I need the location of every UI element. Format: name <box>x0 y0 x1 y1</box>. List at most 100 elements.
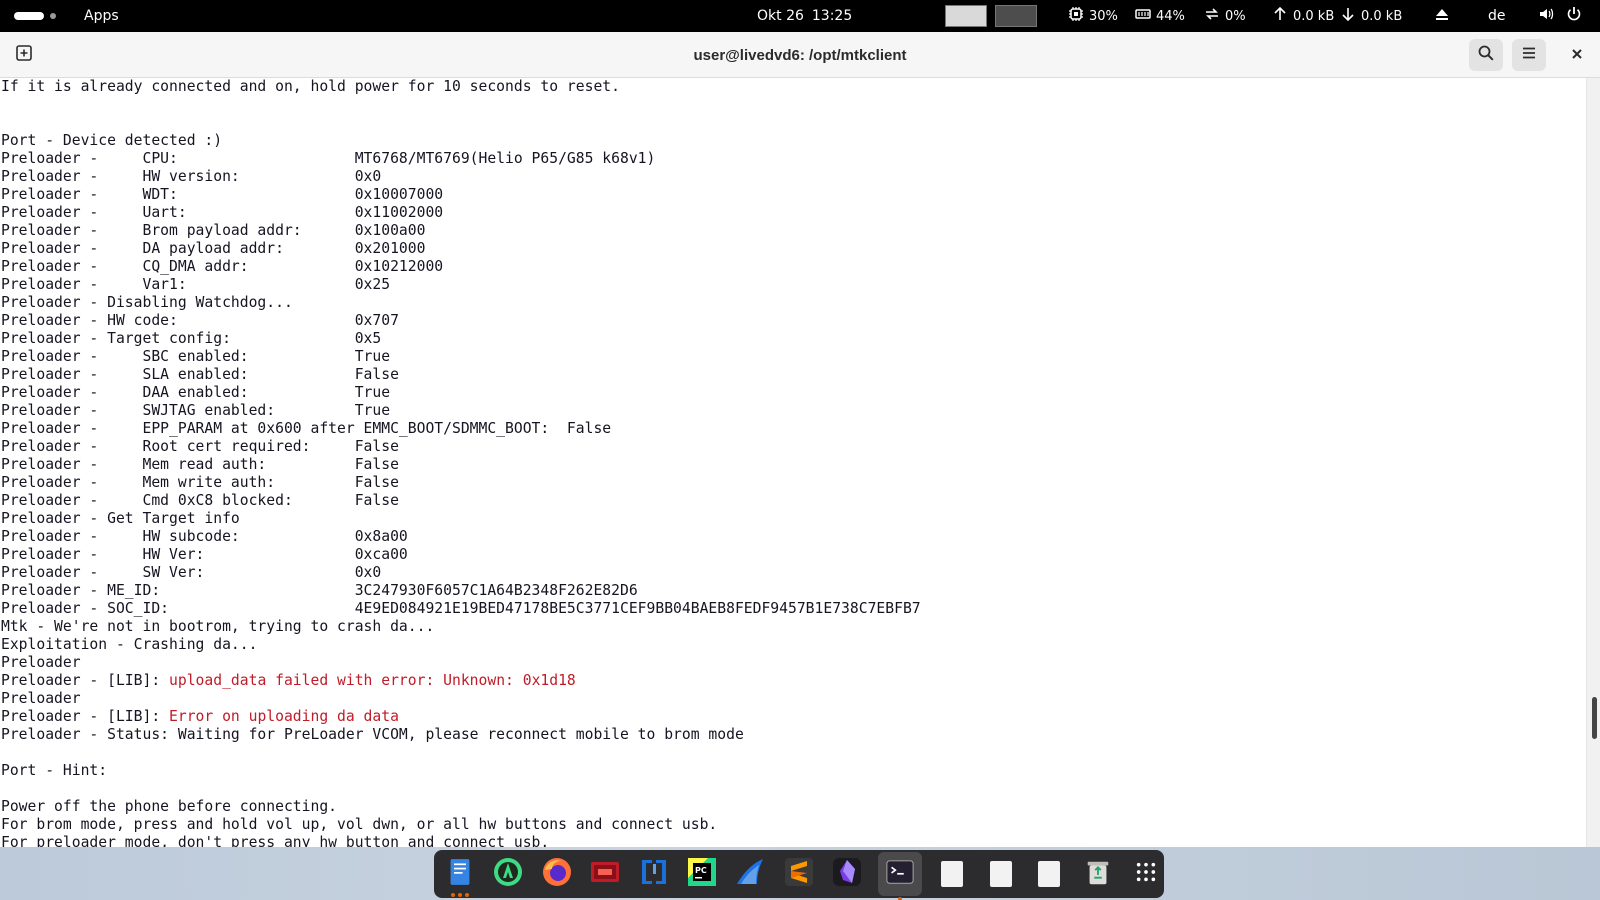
terminal-scrollbar[interactable] <box>1586 78 1600 848</box>
terminal-line-text: Preloader - Cmd 0xC8 blocked: False <box>1 492 399 509</box>
keyboard-layout[interactable]: de <box>1488 0 1506 32</box>
android-studio-icon <box>492 856 524 892</box>
terminal-line: Port - Hint: <box>1 762 921 780</box>
terminal-line: Preloader - Disabling Watchdog... <box>1 294 921 312</box>
terminal-error-text: Error on uploading da data <box>169 708 399 725</box>
document-3-dock-item[interactable] <box>1032 856 1067 892</box>
scrollbar-thumb[interactable] <box>1592 697 1597 739</box>
terminal-line-text: Preloader - HW code: 0x707 <box>1 312 399 329</box>
search-button[interactable] <box>1469 39 1503 71</box>
terminal-line: Mtk - We're not in bootrom, trying to cr… <box>1 618 921 636</box>
terminal-line-text: Preloader - SOC_ID: 4E9ED084921E19BED471… <box>1 600 921 617</box>
dark-swatch <box>995 5 1037 27</box>
terminal-icon <box>885 857 915 891</box>
swap-value: 0% <box>1225 8 1246 24</box>
memory-indicator[interactable]: 44% <box>1135 0 1185 32</box>
terminal-line: Preloader - HW subcode: 0x8a00 <box>1 528 921 546</box>
terminal-line-text: Mtk - We're not in bootrom, trying to cr… <box>1 618 435 635</box>
new-tab-button[interactable] <box>7 39 41 71</box>
terminal-line: Preloader - HW Ver: 0xca00 <box>1 546 921 564</box>
cpu-icon <box>1068 6 1084 26</box>
color-swatches <box>945 0 1037 32</box>
document-1-dock-item[interactable] <box>935 856 970 892</box>
terminal-line-text: Preloader - Uart: 0x11002000 <box>1 204 444 221</box>
document-2-dock-item[interactable] <box>983 856 1018 892</box>
close-window-button[interactable] <box>1560 39 1594 71</box>
pycharm-icon: PC <box>686 856 718 892</box>
files-icon <box>448 857 472 891</box>
trash-dock-item[interactable] <box>1080 856 1115 892</box>
terminal-dock-item[interactable] <box>878 852 922 900</box>
terminal-line: Preloader - DA payload addr: 0x201000 <box>1 240 921 258</box>
terminal-line: Preloader - SBC enabled: True <box>1 348 921 366</box>
dvd-app-icon <box>589 856 621 892</box>
wireshark-fin-icon <box>735 856 767 892</box>
terminal-line: Preloader - SW Ver: 0x0 <box>1 564 921 582</box>
show-apps-dock-item[interactable] <box>1128 856 1163 892</box>
terminal-line: Preloader - CPU: MT6768/MT6769(Helio P65… <box>1 150 921 168</box>
document-icon <box>989 861 1012 887</box>
download-indicator[interactable]: 0.0 kB <box>1340 0 1402 32</box>
terminal-line-text: If it is already connected and on, hold … <box>1 78 620 95</box>
dock: PC <box>434 850 1164 900</box>
android-studio-dock-item[interactable] <box>490 856 525 892</box>
terminal-line: Preloader - Mem read auth: False <box>1 456 921 474</box>
document-icon <box>1038 861 1061 887</box>
terminal-line: Preloader - HW version: 0x0 <box>1 168 921 186</box>
terminal-line-text: Preloader - HW subcode: 0x8a00 <box>1 528 408 545</box>
upload-arrow-icon <box>1272 6 1288 26</box>
terminal-line-text: Preloader - Var1: 0x25 <box>1 276 391 293</box>
volume-icon <box>1538 6 1554 26</box>
files-dock-item[interactable] <box>442 856 477 897</box>
active-workspace-pill[interactable] <box>14 12 44 20</box>
window-title: user@livedvd6: /opt/mtkclient <box>693 46 907 64</box>
trash-icon <box>1083 857 1113 891</box>
cpu-indicator[interactable]: 30% <box>1068 0 1118 32</box>
dvd-app-dock-item[interactable] <box>587 856 622 892</box>
workspace-indicator[interactable] <box>14 0 56 32</box>
terminal-line: Preloader - DAA enabled: True <box>1 384 921 402</box>
obsidian-dock-item[interactable] <box>830 856 865 892</box>
terminal-line-text: Preloader - SWJTAG enabled: True <box>1 402 391 419</box>
apps-button[interactable]: Apps <box>84 0 119 32</box>
power-button[interactable] <box>1566 0 1582 32</box>
terminal-line-text: Port - Device detected :) <box>1 132 223 149</box>
terminal-line: Preloader - ME_ID: 3C247930F6057C1A64B23… <box>1 582 921 600</box>
terminal-line-text: Power off the phone before connecting. <box>1 798 338 815</box>
search-icon <box>1477 44 1495 66</box>
terminal-line-text: Preloader - DA payload addr: 0x201000 <box>1 240 426 257</box>
code-editor-dock-item[interactable] <box>636 856 671 892</box>
firefox-dock-item[interactable] <box>539 856 574 892</box>
sublime-text-icon <box>783 856 815 892</box>
terminal-line-text: Preloader - WDT: 0x10007000 <box>1 186 444 203</box>
terminal-line-text: Port - Hint: <box>1 762 108 779</box>
swap-indicator[interactable]: 0% <box>1204 0 1246 32</box>
clock[interactable]: Okt 26 13:25 <box>757 0 852 32</box>
terminal-output[interactable]: If it is already connected and on, hold … <box>0 78 1600 848</box>
power-icon <box>1566 6 1582 26</box>
workspace-dot[interactable] <box>50 13 56 19</box>
volume-button[interactable] <box>1538 0 1554 32</box>
upload-indicator[interactable]: 0.0 kB <box>1272 0 1334 32</box>
eject-button[interactable] <box>1434 0 1450 32</box>
terminal-line-text: Preloader - SW Ver: 0x0 <box>1 564 382 581</box>
pycharm-dock-item[interactable]: PC <box>684 856 719 892</box>
terminal-line-text: Preloader - SLA enabled: False <box>1 366 399 383</box>
terminal-line: Preloader - [LIB]: upload_data failed wi… <box>1 672 921 690</box>
terminal-line: For preloader mode, don't press any hw b… <box>1 834 921 848</box>
menu-button[interactable] <box>1512 39 1546 71</box>
terminal-line: Preloader - Mem write auth: False <box>1 474 921 492</box>
sublime-text-dock-item[interactable] <box>781 856 816 892</box>
close-icon <box>1570 46 1584 65</box>
terminal-line-text: Preloader - ME_ID: 3C247930F6057C1A64B23… <box>1 582 638 599</box>
terminal-line-text: Preloader - SBC enabled: True <box>1 348 391 365</box>
top-bar: Apps Okt 26 13:25 30% 44% 0% 0.0 kB 0.0 … <box>0 0 1600 32</box>
terminal-line: Preloader - Var1: 0x25 <box>1 276 921 294</box>
terminal-line-text: For brom mode, press and hold vol up, vo… <box>1 816 718 833</box>
wireshark-dock-item[interactable] <box>733 856 768 892</box>
terminal-line: Exploitation - Crashing da... <box>1 636 921 654</box>
window-titlebar: user@livedvd6: /opt/mtkclient <box>0 32 1600 78</box>
upload-value: 0.0 kB <box>1293 8 1335 24</box>
